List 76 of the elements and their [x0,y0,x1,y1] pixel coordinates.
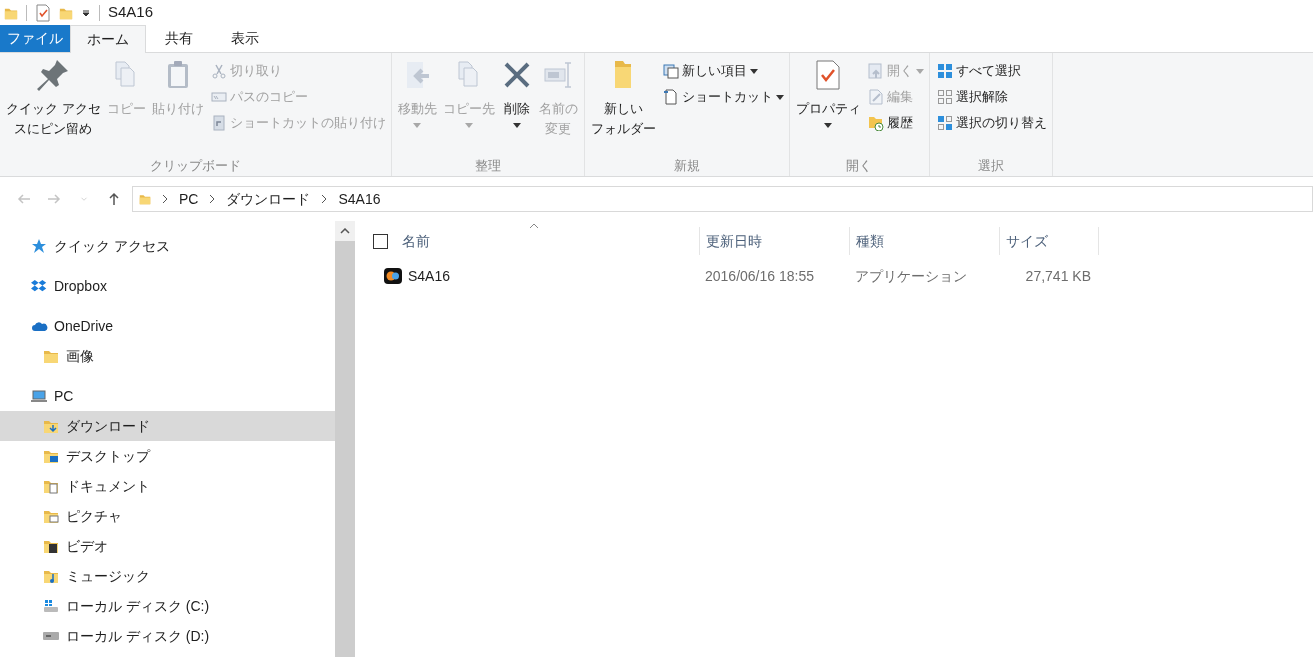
shortcut-icon [662,89,679,105]
videos-folder-icon [42,538,60,554]
group-label: 新規 [673,157,700,175]
checkmark-document-icon [35,3,51,22]
select-none-icon [936,89,953,105]
file-name[interactable]: S4A16 [408,265,451,287]
address-bar[interactable]: PC ダウンロード S4A16 [132,186,1313,212]
computer-icon [30,388,48,404]
pin-icon [37,59,70,91]
group-label: 整理 [474,157,501,175]
sidebar-item[interactable]: PC [0,381,335,411]
box-icon [30,278,48,294]
breadcrumb[interactable]: S4A16 [338,188,381,210]
music-folder-icon [42,568,60,584]
ribbon-button[interactable]: 削除 [498,59,535,128]
breadcrumb[interactable]: ダウンロード [226,188,311,210]
column-header[interactable]: サイズ [999,227,1099,255]
group-label: 選択 [977,157,1004,175]
chevron-icon [208,194,217,204]
sidebar-item[interactable]: ダウンロード [0,411,335,441]
invert-selection-icon [936,115,953,131]
sidebar-item[interactable]: ドキュメント [0,471,335,501]
size-cell-text: 27,741 KB [1024,266,1091,286]
history-icon [867,115,884,131]
ribbon-button[interactable]: ショートカット [661,85,785,109]
sidebar-item[interactable]: Dropbox [0,271,335,301]
type-cell-text: アプリケーション [854,266,968,286]
documents-folder-icon [42,478,60,494]
sidebar-item[interactable]: 画像 [0,341,335,371]
window-title: S4A16 [108,2,154,23]
desktop-folder-icon [42,448,60,464]
file-row[interactable]: S4A16 2016/06/16 18:55 アプリケーション 27,741 KB [373,259,1313,293]
chevron-icon [320,194,329,204]
path-copy-icon [210,89,227,105]
column-header[interactable]: 名前 [402,227,699,255]
ribbon-button[interactable]: 選択解除 [935,85,1048,109]
pictures-folder-icon [42,508,60,524]
scrollbar[interactable] [335,221,355,657]
scissors-icon [210,63,227,79]
new-item-icon [662,63,679,79]
sidebar-item[interactable]: ローカル ディスク (D:) [0,621,335,651]
sidebar-item[interactable]: ミュージック [0,561,335,591]
downloads-folder-icon [42,418,60,434]
sidebar-item[interactable]: デスクトップ [0,441,335,471]
drive-icon [42,598,60,614]
sidebar-item[interactable]: ビデオ [0,531,335,561]
ribbon-button[interactable]: クイック アクセ スにピン留め [4,59,103,139]
ribbon-tab[interactable]: ホーム [70,25,146,53]
ribbon-button[interactable]: 選択の切り替え [935,111,1048,135]
date-cell-text: 2016/06/16 18:55 [704,266,815,286]
column-header[interactable]: 更新日時 [699,227,849,255]
star-icon [30,238,48,254]
group-label: 開く [846,157,873,175]
ribbon-button[interactable]: 新しい項目 [661,59,785,83]
chevron-up-icon [340,228,350,234]
folder-icon [42,348,60,364]
open-icon [867,63,884,79]
caret-icon [81,7,91,18]
select-all-checkbox[interactable] [373,233,388,249]
column-header[interactable]: 種類 [849,227,999,255]
app-icon [383,266,403,286]
shortcut-paste-icon [210,115,227,131]
ribbon-button[interactable]: プロパティ [793,59,863,128]
sidebar-item[interactable]: クイック アクセス [0,231,335,261]
edit-icon [867,89,884,105]
sidebar-item[interactable]: OneDrive [0,311,335,341]
sidebar-item[interactable]: ローカル ディスク (C:) [0,591,335,621]
select-all-icon [936,63,953,79]
ribbon-tab[interactable]: ファイル [0,25,70,52]
chevron-icon [161,194,169,204]
ribbon-button[interactable]: すべて選択 [935,59,1048,83]
group-label: クリップボード [149,157,241,175]
ribbon-button[interactable]: 履歴 [866,111,925,135]
ribbon-button[interactable]: 新しい フォルダー [588,59,658,139]
sidebar-item[interactable]: ピクチャ [0,501,335,531]
breadcrumb[interactable]: PC [179,188,199,210]
